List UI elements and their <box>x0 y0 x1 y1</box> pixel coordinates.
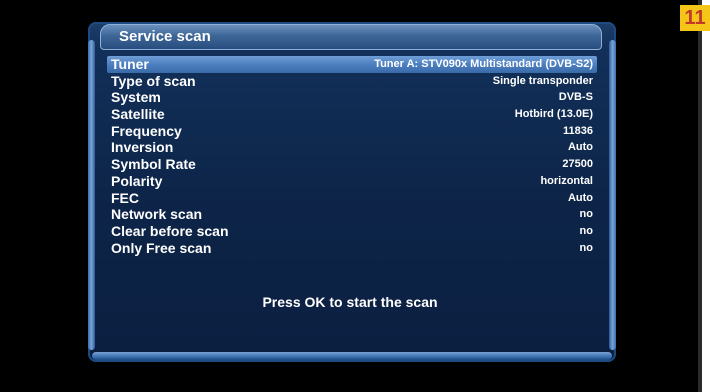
setting-row-fec[interactable]: FEC Auto <box>107 190 597 207</box>
setting-value: no <box>579 208 593 221</box>
screen-edge <box>698 0 702 392</box>
setting-row-type-of-scan[interactable]: Type of scan Single transponder <box>107 73 597 90</box>
dialog-frame-left <box>88 40 95 350</box>
setting-row-polarity[interactable]: Polarity horizontal <box>107 173 597 190</box>
setting-value: horizontal <box>540 174 593 187</box>
setting-label: Clear before scan <box>111 222 229 239</box>
start-scan-hint: Press OK to start the scan <box>262 294 438 310</box>
setting-row-only-free-scan[interactable]: Only Free scan no <box>107 240 597 257</box>
dialog-title: Service scan <box>119 28 211 45</box>
setting-value: Tuner A: STV090x Multistandard (DVB-S2) <box>374 58 593 70</box>
setting-label: Inversion <box>111 139 174 156</box>
dialog-frame-right <box>609 40 616 350</box>
setting-label: Tuner <box>111 56 149 72</box>
page-number-badge: 11 <box>680 5 710 31</box>
setting-value: Auto <box>567 141 593 154</box>
setting-value: Auto <box>567 191 593 204</box>
setting-row-system[interactable]: System DVB-S <box>107 89 597 106</box>
setting-value: DVB-S <box>558 91 593 104</box>
setting-label: System <box>111 89 161 106</box>
dialog-frame-bottom <box>92 352 612 360</box>
setting-label: Type of scan <box>111 72 196 89</box>
setting-value: 27500 <box>562 158 593 171</box>
setting-value: Hotbird (13.0E) <box>514 108 593 121</box>
setting-row-frequency[interactable]: Frequency 11836 <box>107 123 597 140</box>
setting-label: Frequency <box>111 122 182 139</box>
setting-label: Polarity <box>111 172 163 189</box>
setting-label: FEC <box>111 189 139 206</box>
setting-value: 11836 <box>563 124 593 137</box>
setting-row-symbol-rate[interactable]: Symbol Rate 27500 <box>107 156 597 173</box>
setting-row-tuner[interactable]: Tuner Tuner A: STV090x Multistandard (DV… <box>107 56 597 73</box>
setting-value: no <box>579 241 593 254</box>
setting-label: Symbol Rate <box>111 156 196 173</box>
setting-label: Satellite <box>111 106 165 123</box>
setting-label: Network scan <box>111 206 203 223</box>
setting-value: Single transponder <box>492 74 593 87</box>
setting-row-clear-before-scan[interactable]: Clear before scan no <box>107 223 597 240</box>
setting-label: Only Free scan <box>111 239 212 256</box>
setting-row-satellite[interactable]: Satellite Hotbird (13.0E) <box>107 106 597 123</box>
setting-value: no <box>579 224 593 237</box>
setting-row-inversion[interactable]: Inversion Auto <box>107 139 597 156</box>
setting-row-network-scan[interactable]: Network scan no <box>107 206 597 223</box>
settings-list: Tuner Tuner A: STV090x Multistandard (DV… <box>107 56 597 256</box>
